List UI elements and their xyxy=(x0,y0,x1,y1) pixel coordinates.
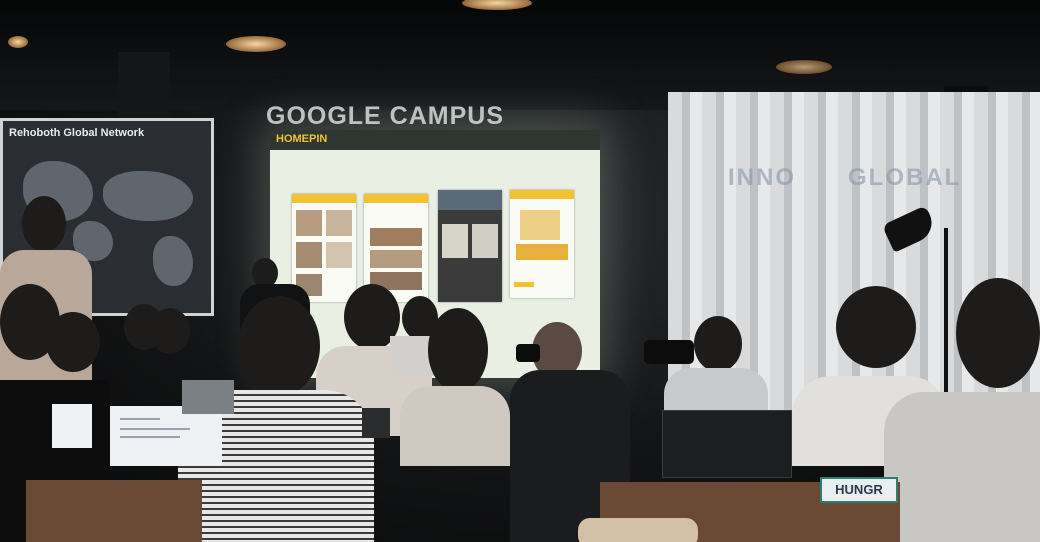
laptop-text-line xyxy=(120,436,180,438)
mockup-photo xyxy=(326,242,352,268)
mockup-photo xyxy=(370,250,422,268)
phone-mockup xyxy=(292,194,356,302)
laptop-icon xyxy=(110,406,222,466)
conference-photo: Rehoboth Global Network GOOGLE CAMPUS IN… xyxy=(0,0,1040,542)
audience-head xyxy=(836,286,916,368)
phone-header xyxy=(364,194,428,203)
laptop-icon xyxy=(182,380,234,414)
map-continent xyxy=(153,236,193,286)
mockup-illustration xyxy=(516,244,568,260)
laptop-icon xyxy=(362,408,390,438)
mockup-header xyxy=(438,190,502,210)
ceiling-light-icon xyxy=(226,36,286,52)
mockup-photo xyxy=(296,242,322,268)
camera-icon xyxy=(644,340,694,364)
phone-header xyxy=(292,194,356,203)
mockup-photo xyxy=(472,224,498,258)
laptop-text-line xyxy=(120,418,160,420)
audience-shirt xyxy=(400,386,510,466)
audience-head xyxy=(428,308,488,392)
mockup-photo xyxy=(326,210,352,236)
name-tag: HUNGR xyxy=(820,477,898,503)
map-continent xyxy=(103,171,193,221)
mockup-button xyxy=(514,282,534,287)
mockup-illustration xyxy=(520,210,560,240)
slide-brand: HOMEPIN xyxy=(276,133,328,145)
laptop-icon xyxy=(52,404,92,448)
phone-mockup xyxy=(438,190,502,302)
wall-sign: GOOGLE CAMPUS xyxy=(266,102,505,130)
slide-header-bar: HOMEPIN xyxy=(270,130,600,150)
audience-head xyxy=(956,278,1040,388)
desk xyxy=(26,480,202,542)
camera-icon xyxy=(516,344,540,362)
ceiling-light-icon xyxy=(8,36,28,48)
mockup-photo xyxy=(442,224,468,258)
mockup-photo xyxy=(370,228,422,246)
lamp-pole xyxy=(944,228,948,408)
curtain-word: INNO xyxy=(728,164,796,191)
audience-head xyxy=(46,312,100,372)
audience-shirt xyxy=(884,392,1040,542)
audience-head xyxy=(150,308,190,354)
person-head xyxy=(22,196,66,252)
map-title: Rehoboth Global Network xyxy=(9,127,145,139)
phone-mockup xyxy=(510,190,574,298)
phone-header xyxy=(510,190,574,199)
curtain-word: GLOBAL xyxy=(848,164,962,191)
mockup-photo xyxy=(296,210,322,236)
ceiling-light-icon xyxy=(776,60,832,74)
audience-head xyxy=(238,296,320,396)
laptop-text-line xyxy=(120,428,190,430)
chair xyxy=(578,518,698,542)
audience-head xyxy=(694,316,742,372)
laptop-icon xyxy=(662,410,792,478)
